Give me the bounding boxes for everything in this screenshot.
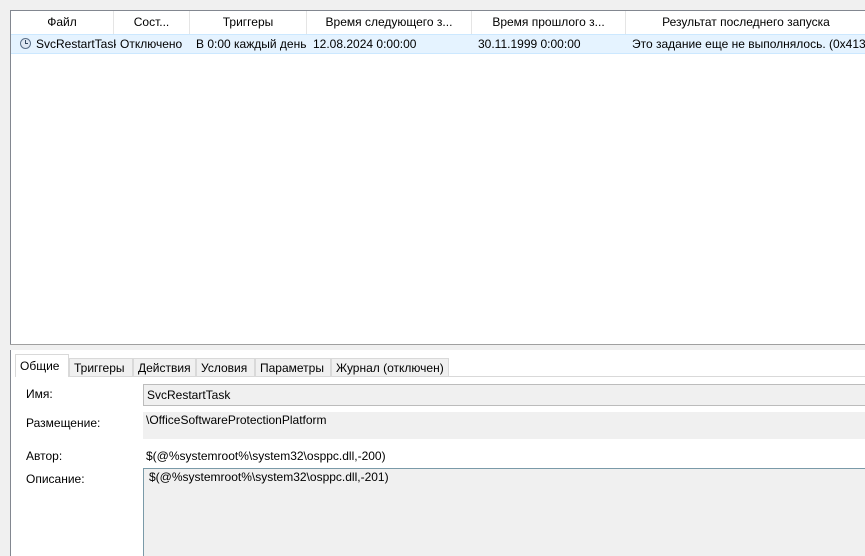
author-field[interactable]: $(@%systemroot%\system32\osppc.dll,-200) <box>143 447 865 467</box>
author-label: Автор: <box>26 449 63 463</box>
location-label: Размещение: <box>26 416 101 430</box>
tab-actions[interactable]: Действия <box>133 358 196 376</box>
task-details-panel: Общие Триггеры Действия Условия Параметр… <box>10 350 865 556</box>
column-header-file[interactable]: Файл <box>11 11 114 34</box>
column-header-status[interactable]: Сост... <box>114 11 190 34</box>
task-name: SvcRestartTask <box>36 37 116 51</box>
tabs-baseline <box>15 376 865 377</box>
task-status: Отключено <box>120 37 183 51</box>
description-field[interactable]: $(@%systemroot%\system32\osppc.dll,-201) <box>143 468 865 556</box>
task-list[interactable]: Файл Сост... Триггеры Время следующего з… <box>10 10 865 344</box>
details-tabs: Общие Триггеры Действия Условия Параметр… <box>15 354 860 377</box>
description-label: Описание: <box>26 472 85 486</box>
column-header-next-run[interactable]: Время следующего з... <box>307 11 472 34</box>
task-next-run: 12.08.2024 0:00:00 <box>313 37 417 51</box>
tab-triggers[interactable]: Триггеры <box>69 358 133 376</box>
task-list-header: Файл Сост... Триггеры Время следующего з… <box>11 11 865 35</box>
window-frame-top <box>0 0 865 10</box>
column-header-last-run[interactable]: Время прошлого з... <box>472 11 626 34</box>
task-triggers: В 0:00 каждый день <box>196 37 307 51</box>
task-last-result: Это задание еще не выполнялось. (0x41303… <box>632 37 865 51</box>
name-field[interactable]: SvcRestartTask <box>143 384 865 406</box>
name-label: Имя: <box>26 387 53 401</box>
column-header-triggers[interactable]: Триггеры <box>190 11 307 34</box>
tab-general[interactable]: Общие <box>15 354 69 377</box>
tab-conditions[interactable]: Условия <box>196 358 255 376</box>
task-row[interactable]: SvcRestartTask Отключено В 0:00 каждый д… <box>11 34 865 54</box>
location-field[interactable]: \OfficeSoftwareProtectionPlatform <box>143 412 865 439</box>
tab-history[interactable]: Журнал (отключен) <box>331 358 449 376</box>
column-header-last-result[interactable]: Результат последнего запуска <box>626 11 865 34</box>
task-last-run: 30.11.1999 0:00:00 <box>478 37 581 51</box>
tab-settings[interactable]: Параметры <box>255 358 331 376</box>
window-frame-left <box>0 0 10 556</box>
